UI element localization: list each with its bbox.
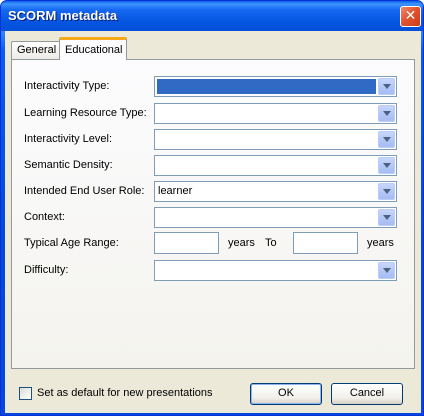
intended-end-user-role-value: learner xyxy=(158,185,193,197)
age-range-from-input[interactable] xyxy=(154,232,219,254)
window-title: SCORM metadata xyxy=(8,8,118,23)
chevron-down-icon xyxy=(383,189,391,194)
ok-button[interactable]: OK xyxy=(250,383,322,405)
interactivity-type-label: Interactivity Type: xyxy=(24,80,110,92)
difficulty-select[interactable] xyxy=(154,260,397,281)
years-label: years xyxy=(367,237,394,249)
educational-panel: Interactivity Type: Learning Resource Ty… xyxy=(11,59,415,369)
close-icon: ✕ xyxy=(404,8,417,24)
dropdown-button[interactable] xyxy=(378,105,395,122)
set-default-checkbox[interactable] xyxy=(19,387,32,400)
dropdown-button[interactable] xyxy=(378,209,395,226)
dialog-client-area: General Educational Interactivity Type: … xyxy=(5,31,421,413)
tab-general[interactable]: General xyxy=(11,41,61,59)
semantic-density-label: Semantic Density: xyxy=(24,159,113,171)
close-button[interactable]: ✕ xyxy=(400,6,421,27)
title-bar[interactable]: SCORM metadata ✕ xyxy=(1,1,423,31)
context-select[interactable] xyxy=(154,207,397,228)
difficulty-label: Difficulty: xyxy=(24,264,69,276)
chevron-down-icon xyxy=(383,137,391,142)
chevron-down-icon xyxy=(383,111,391,116)
age-range-to-input[interactable] xyxy=(293,232,358,254)
years-label: years xyxy=(228,237,255,249)
chevron-down-icon xyxy=(383,163,391,168)
dropdown-button[interactable] xyxy=(378,131,395,148)
interactivity-type-select[interactable] xyxy=(154,76,397,97)
dropdown-button[interactable] xyxy=(378,262,395,279)
cancel-button[interactable]: Cancel xyxy=(331,383,403,405)
learning-resource-type-select[interactable] xyxy=(154,103,397,124)
learning-resource-type-label: Learning Resource Type: xyxy=(24,107,147,119)
typical-age-range-label: Typical Age Range: xyxy=(24,237,119,249)
selection-highlight xyxy=(157,79,376,94)
intended-end-user-role-select[interactable]: learner xyxy=(154,181,397,202)
interactivity-level-label: Interactivity Level: xyxy=(24,133,113,145)
semantic-density-select[interactable] xyxy=(154,155,397,176)
tab-educational[interactable]: Educational xyxy=(59,37,127,60)
dialog-window: SCORM metadata ✕ General Educational Int… xyxy=(0,0,424,416)
chevron-down-icon xyxy=(383,268,391,273)
set-default-label[interactable]: Set as default for new presentations xyxy=(37,387,213,399)
interactivity-level-select[interactable] xyxy=(154,129,397,150)
chevron-down-icon xyxy=(383,215,391,220)
to-label: To xyxy=(265,237,277,249)
intended-end-user-role-label: Intended End User Role: xyxy=(24,185,145,197)
dropdown-button[interactable] xyxy=(378,183,395,200)
dropdown-button[interactable] xyxy=(378,78,395,95)
dropdown-button[interactable] xyxy=(378,157,395,174)
chevron-down-icon xyxy=(383,84,391,89)
context-label: Context: xyxy=(24,211,65,223)
